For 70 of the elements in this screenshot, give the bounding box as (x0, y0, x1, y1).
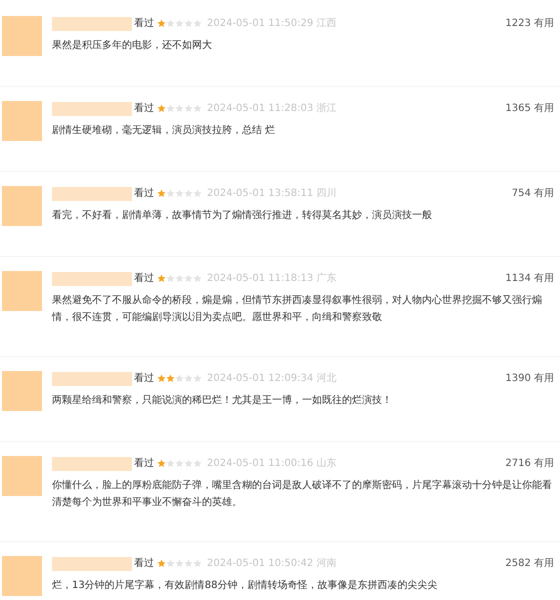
star-icon (184, 559, 193, 568)
star-icon (193, 104, 202, 113)
review-time: 2024-05-01 10:50:42 河南 (207, 556, 336, 571)
star-icon (157, 274, 166, 283)
avatar (2, 371, 42, 411)
helpful-count[interactable]: 754 有用 (512, 186, 554, 201)
star-icon (157, 374, 166, 383)
star-icon (193, 374, 202, 383)
avatar (2, 456, 42, 496)
star-icon (175, 104, 184, 113)
star-icon (175, 374, 184, 383)
review-text: 剧情生硬堆砌，毫无逻辑，演员演技拉胯，总结 烂 (52, 124, 276, 138)
star-icon (157, 19, 166, 28)
watched-label: 看过 (134, 16, 154, 31)
watched-label: 看过 (134, 102, 154, 116)
star-icon (175, 459, 184, 468)
helpful-count[interactable]: 2716 有用 (505, 456, 554, 471)
star-icon (166, 104, 175, 113)
review-text: 果然是积压多年的电影，还不如网大 (52, 38, 213, 53)
star-icon (184, 189, 193, 198)
watched-label: 看过 (134, 372, 154, 386)
star-icon (193, 459, 202, 468)
avatar (2, 271, 42, 311)
star-icon (166, 19, 175, 28)
star-icon (184, 459, 193, 468)
avatar (2, 16, 42, 56)
review-time: 2024-05-01 11:28:03 浙江 (207, 102, 336, 116)
star-icon (166, 274, 175, 283)
star-icon (166, 189, 175, 198)
star-icon (184, 104, 193, 113)
star-icon (166, 459, 175, 468)
star-icon (184, 19, 193, 28)
watched-label: 看过 (134, 272, 154, 286)
review-text: 看完，不好看，剧情单薄，故事情节为了煽情强行推进，转得莫名其妙，演员演技一般 (52, 208, 433, 223)
star-icon (175, 559, 184, 568)
star-icon (157, 189, 166, 198)
review-time: 2024-05-01 12:09:34 河北 (207, 372, 336, 386)
review-time: 2024-05-01 11:18:13 广东 (207, 272, 336, 286)
star-icon (184, 274, 193, 283)
star-icon (175, 19, 184, 28)
watched-label: 看过 (134, 186, 154, 201)
star-icon (157, 459, 166, 468)
review-text: 两颗星给缉和警察，只能说演的稀巴烂！尤其是王一博，一如既往的烂演技！ (52, 394, 393, 408)
review-text: 烂，13分钟的片尾字幕，有效剧情88分钟，剧情转场奇怪，故事像是东拼西凑的尖尖尖 (52, 578, 438, 593)
star-icon (175, 189, 184, 198)
helpful-count[interactable]: 1390 有用 (505, 371, 554, 386)
review-time: 2024-05-01 13:58:11 四川 (207, 186, 336, 201)
avatar (2, 186, 42, 226)
review-time: 2024-05-01 11:50:29 江西 (207, 17, 336, 31)
star-icon (175, 274, 184, 283)
star-icon (193, 559, 202, 568)
watched-label: 看过 (134, 456, 154, 471)
review-time: 2024-05-01 11:00:16 山东 (207, 456, 336, 471)
helpful-count[interactable]: 2582 有用 (505, 556, 554, 571)
avatar (2, 556, 42, 596)
star-icon (166, 559, 175, 568)
helpful-count[interactable]: 1134 有用 (505, 271, 554, 286)
helpful-count[interactable]: 1365 有用 (505, 101, 554, 116)
watched-label: 看过 (134, 556, 154, 571)
star-icon (193, 274, 202, 283)
review-text: 果然避免不了不服从命令的桥段，煽是煽，但情节东拼西凑显得叙事性很弱，对人物内心世界挖掘不够又强行煽情，很不连贯，可能编剧导演以泪为卖点吧。愿世界和平，向缉和警察致敬 (52, 294, 543, 325)
review-text: 你懂什么，脸上的厚粉底能防子弹，嘴里含糊的台词是敌人破译不了的摩斯密码，片尾字幕滚动十分钟是让你能看清楚每个为世界和平事业不懈奋斗的英雄。 (52, 478, 553, 510)
avatar (2, 101, 42, 141)
star-icon (193, 19, 202, 28)
star-icon (157, 559, 166, 568)
star-icon (157, 104, 166, 113)
star-icon (193, 189, 202, 198)
helpful-count[interactable]: 1223 有用 (505, 16, 554, 31)
star-icon (184, 374, 193, 383)
star-icon (166, 374, 175, 383)
